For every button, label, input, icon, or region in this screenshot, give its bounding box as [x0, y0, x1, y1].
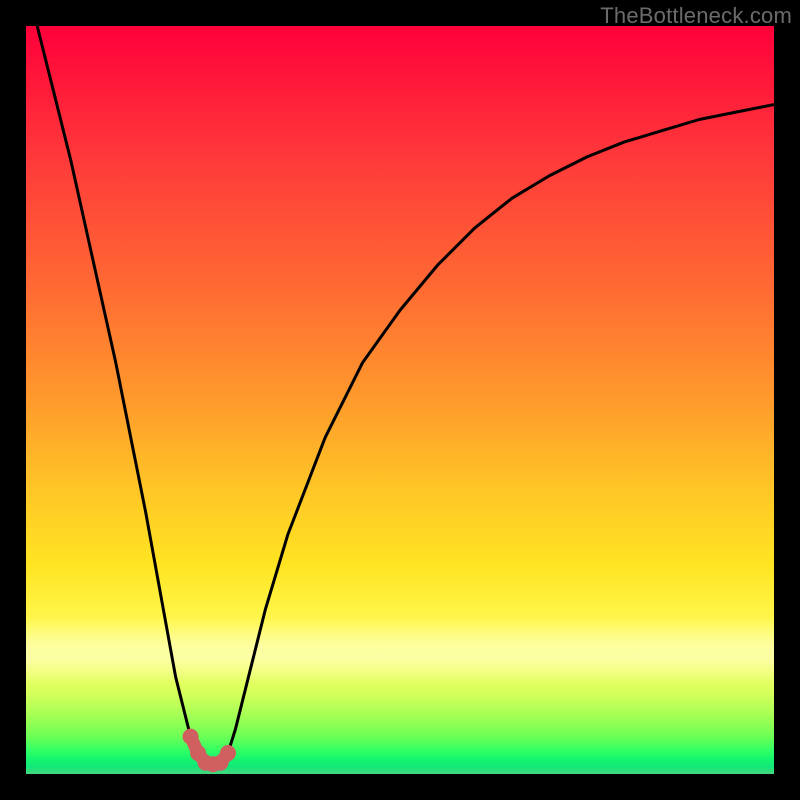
chart-svg	[26, 26, 774, 774]
optimal-range-dot	[220, 745, 236, 761]
optimal-range-dot	[183, 729, 199, 745]
bottleneck-curve-path	[26, 0, 774, 764]
plot-area	[26, 26, 774, 774]
curve-group	[26, 0, 774, 764]
outer-frame: TheBottleneck.com	[0, 0, 800, 800]
marker-group	[183, 729, 236, 773]
